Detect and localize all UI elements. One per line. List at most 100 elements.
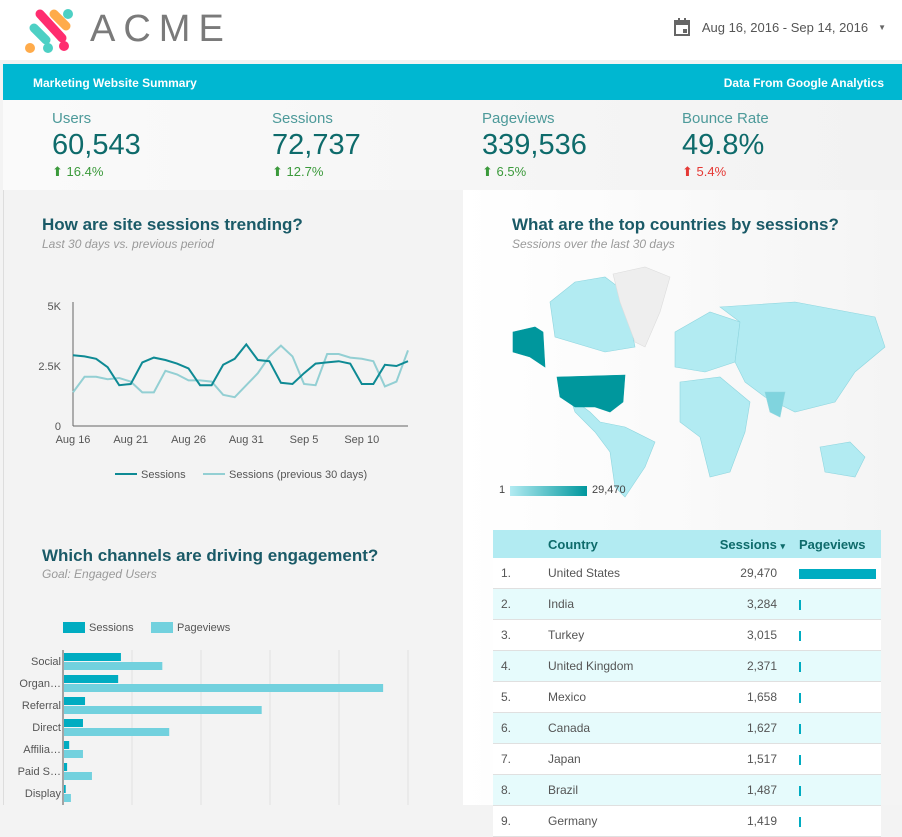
map-subtitle: Sessions over the last 30 days bbox=[512, 237, 675, 251]
row-rank: 4. bbox=[493, 650, 547, 682]
pageviews-bar bbox=[799, 785, 801, 796]
kpi-change-value: 16.4% bbox=[66, 164, 104, 179]
row-sessions: 1,658 bbox=[684, 681, 793, 713]
bar-sessions bbox=[64, 763, 68, 771]
kpi-sessions: Sessions 72,737 ⬆ 12.7% bbox=[272, 110, 361, 180]
x-tick-label: Aug 31 bbox=[229, 434, 264, 446]
country-table: Country Sessions ▾ Pageviews 1. United St… bbox=[493, 530, 881, 837]
map-region-latin-america bbox=[569, 396, 656, 498]
row-rank: 9. bbox=[493, 805, 547, 837]
bar-pageviews bbox=[64, 684, 384, 692]
brand-name: ACME bbox=[90, 8, 232, 50]
rank-column-header bbox=[493, 530, 547, 558]
table-row[interactable]: 2. India 3,284 bbox=[493, 588, 881, 620]
table-row[interactable]: 7. Japan 1,517 bbox=[493, 743, 881, 775]
report-title: Marketing Website Summary bbox=[33, 76, 197, 90]
trend-subtitle: Last 30 days vs. previous period bbox=[42, 237, 215, 251]
kpi-change-value: 12.7% bbox=[286, 164, 324, 179]
arrow-up-icon: ⬆ bbox=[52, 164, 63, 179]
table-row[interactable]: 1. United States 29,470 bbox=[493, 558, 881, 589]
report-banner: Marketing Website Summary Data From Goog… bbox=[3, 64, 902, 100]
kpi-label: Sessions bbox=[272, 110, 333, 127]
kpi-value: 339,536 bbox=[482, 129, 587, 161]
map-region-russia-asia bbox=[719, 301, 886, 413]
x-tick-label: Aug 26 bbox=[171, 434, 206, 446]
row-rank: 6. bbox=[493, 712, 547, 744]
table-row[interactable]: 6. Canada 1,627 bbox=[493, 712, 881, 744]
x-tick-label: Sep 10 bbox=[344, 434, 379, 446]
bar-pageviews bbox=[64, 706, 262, 714]
row-pageviews bbox=[793, 558, 881, 589]
sessions-trend-chart: 0 2.5K 5K Aug 16 Aug 21 Aug 26 Aug 31 Sep 5 Sep … bbox=[38, 301, 409, 481]
bar-sessions bbox=[64, 741, 70, 749]
table-row[interactable]: 4. United Kingdom 2,371 bbox=[493, 650, 881, 682]
pageviews-bar bbox=[799, 661, 801, 672]
world-map[interactable] bbox=[495, 262, 895, 502]
legend-label-sessions: Sessions bbox=[89, 622, 134, 634]
bar-sessions bbox=[64, 675, 119, 683]
x-tick-label: Aug 16 bbox=[56, 434, 91, 446]
row-country: Mexico bbox=[547, 681, 684, 713]
map-region-alaska bbox=[512, 326, 546, 368]
kpi-value: 60,543 bbox=[52, 129, 141, 161]
row-rank: 8. bbox=[493, 774, 547, 806]
data-source-label: Data From Google Analytics bbox=[723, 76, 884, 90]
row-sessions: 3,015 bbox=[684, 619, 793, 651]
pageviews-bar bbox=[799, 723, 802, 734]
row-pageviews bbox=[793, 619, 881, 651]
category-label: Direct bbox=[32, 722, 61, 734]
kpi-change: ⬆ 12.7% bbox=[272, 164, 361, 180]
row-country: United Kingdom bbox=[547, 650, 684, 682]
table-row[interactable]: 5. Mexico 1,658 bbox=[493, 681, 881, 713]
row-sessions: 1,517 bbox=[684, 743, 793, 775]
x-tick-label: Aug 21 bbox=[113, 434, 148, 446]
row-rank: 3. bbox=[493, 619, 547, 651]
date-range-picker[interactable]: Aug 16, 2016 - Sep 14, 2016 ▼ bbox=[673, 18, 886, 36]
channels-subtitle: Goal: Engaged Users bbox=[42, 567, 157, 581]
sessions-column-header[interactable]: Sessions ▾ bbox=[684, 530, 793, 558]
pageviews-column-header[interactable]: Pageviews bbox=[793, 530, 881, 558]
category-label: Paid S… bbox=[18, 766, 61, 778]
row-rank: 2. bbox=[493, 588, 547, 620]
row-sessions: 1,487 bbox=[684, 774, 793, 806]
row-rank: 1. bbox=[493, 558, 547, 589]
row-sessions: 1,419 bbox=[684, 805, 793, 837]
row-country: Turkey bbox=[547, 619, 684, 651]
pageviews-bar bbox=[799, 754, 801, 765]
acme-logo-icon bbox=[25, 9, 73, 53]
kpi-change: ⬆ 16.4% bbox=[52, 164, 141, 180]
trend-title: How are site sessions trending? bbox=[42, 215, 303, 234]
bar-sessions bbox=[64, 719, 83, 727]
kpi-pageviews: Pageviews 339,536 ⬆ 6.5% bbox=[482, 110, 587, 180]
map-scale-min: 1 bbox=[499, 484, 506, 496]
date-range-text: Aug 16, 2016 - Sep 14, 2016 bbox=[701, 19, 869, 35]
bar-pageviews bbox=[64, 772, 92, 780]
top-bar: ACME Aug 16, 2016 - Sep 14, 2016 ▼ bbox=[0, 0, 902, 60]
map-scale-max: 29,470 bbox=[592, 484, 626, 496]
row-sessions: 3,284 bbox=[684, 588, 793, 620]
calendar-icon bbox=[673, 18, 690, 36]
pageviews-bar bbox=[799, 599, 802, 610]
table-row[interactable]: 8. Brazil 1,487 bbox=[493, 774, 881, 806]
y-tick-label: 5K bbox=[48, 301, 62, 313]
row-pageviews bbox=[793, 805, 881, 837]
row-pageviews bbox=[793, 650, 881, 682]
kpi-label: Pageviews bbox=[482, 110, 555, 127]
channels-title: Which channels are driving engagement? bbox=[42, 546, 379, 565]
series-line-previous bbox=[72, 344, 409, 399]
bar-pageviews bbox=[64, 794, 71, 802]
row-country: Canada bbox=[547, 712, 684, 744]
row-country: Japan bbox=[547, 743, 684, 775]
country-column-header[interactable]: Country bbox=[547, 530, 684, 558]
kpi-label: Users bbox=[52, 110, 92, 127]
category-label: Organ… bbox=[19, 678, 61, 690]
category-label: Display bbox=[25, 788, 62, 800]
map-region-australia bbox=[819, 441, 866, 478]
kpi-change: ⬆ 6.5% bbox=[482, 164, 587, 180]
bar-sessions bbox=[64, 697, 86, 705]
row-pageviews bbox=[793, 774, 881, 806]
table-row[interactable]: 3. Turkey 3,015 bbox=[493, 619, 881, 651]
kpi-users: Users 60,543 ⬆ 16.4% bbox=[52, 110, 141, 180]
table-row[interactable]: 9. Germany 1,419 bbox=[493, 805, 881, 837]
pageviews-bar bbox=[799, 692, 801, 703]
